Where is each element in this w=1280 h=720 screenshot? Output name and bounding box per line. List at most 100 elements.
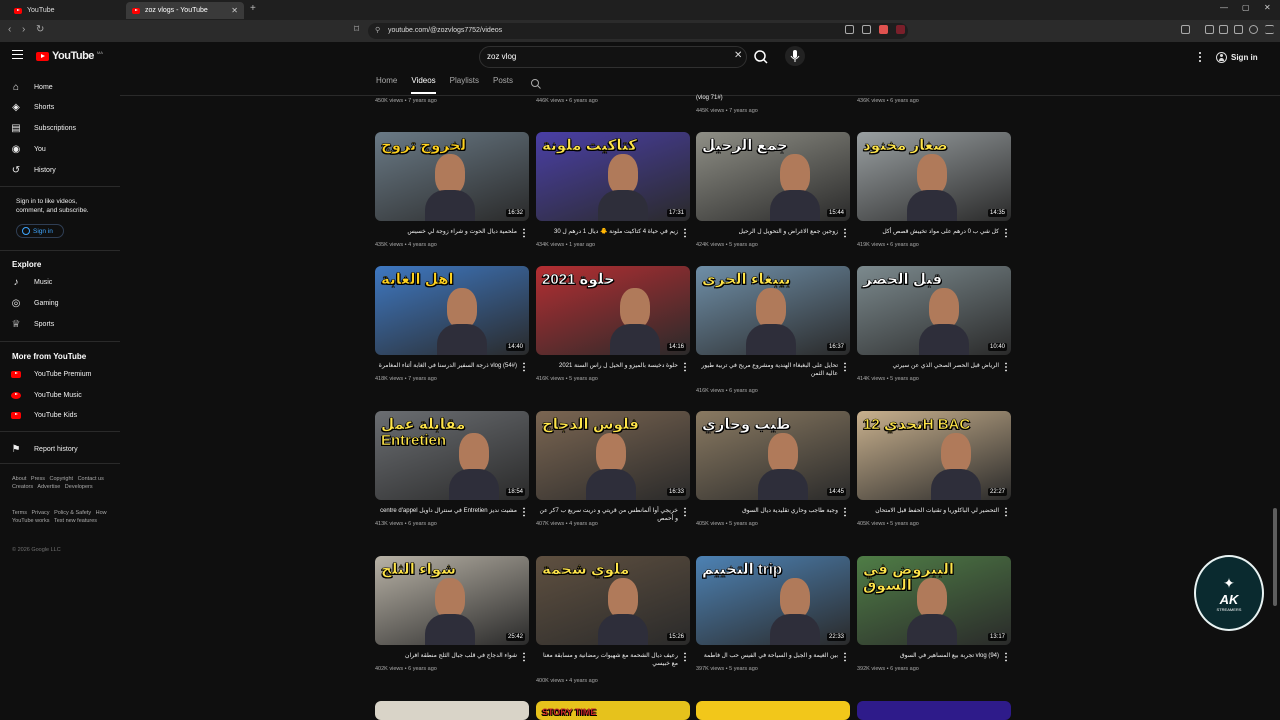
video-more-icon[interactable] — [843, 228, 847, 238]
video-meta: 435K views • 4 years ago — [375, 242, 437, 248]
thumbnail-overlay-text: ملوي شحمة — [542, 561, 630, 578]
video-meta: 418K views • 7 years ago — [375, 376, 437, 382]
watermark-subtitle: STREAMERS — [1216, 606, 1242, 612]
video-title[interactable]: بين الغيمة و الجبل و السياحة في الفيس حب… — [696, 652, 838, 660]
video-thumbnail[interactable]: مقابلة عمل Entretien 18:54 — [375, 411, 529, 500]
video-duration: 14:40 — [505, 343, 525, 351]
video-meta: 407K views • 4 years ago — [536, 521, 598, 527]
thumbnail-person — [756, 288, 786, 328]
thumbnail-overlay-text: STORY TIME — [542, 707, 597, 717]
page-scrollbar[interactable] — [1273, 508, 1277, 606]
video-title[interactable]: vlog (54#) ذرجة السفير الدرسنا في الغابة… — [375, 362, 517, 370]
video-title[interactable]: الرياض قبل الحصر الصحي الذي عن سيرتي — [857, 362, 999, 370]
video-more-icon[interactable] — [683, 652, 687, 662]
video-title[interactable]: ملحمية ديال الحوت و شراء زوجة لي خسيس — [375, 228, 517, 236]
video-meta: 402K views • 6 years ago — [375, 666, 437, 672]
video-thumbnail[interactable]: شواء الثلج 25:42 — [375, 556, 529, 645]
thumbnail-body — [919, 324, 969, 355]
video-thumbnail[interactable]: طيب وحاري 14:45 — [696, 411, 850, 500]
video-thumbnail[interactable]: فلوس الدجاج 16:33 — [536, 411, 690, 500]
video-duration: 13:17 — [987, 633, 1007, 641]
video-thumbnail[interactable]: التخييم trip 22:33 — [696, 556, 850, 645]
video-title[interactable]: زوجين جمع الاغراض و التحويل ل الرحيل — [696, 228, 838, 236]
video-title[interactable]: تحايل على البغبغاء الهندية ومشروع مريح ف… — [696, 362, 838, 378]
thumbnail-overlay-text: لخروج تروج — [381, 137, 467, 154]
video-title[interactable]: شواء الدجاج في قلب جبال الثلج منطقة افرا… — [375, 652, 517, 660]
streamer-watermark: ✦ AK STREAMERS — [1194, 555, 1264, 631]
video-more-icon[interactable] — [522, 228, 526, 238]
video-more-icon[interactable] — [683, 362, 687, 372]
video-more-icon[interactable] — [843, 507, 847, 517]
thumbnail-person — [780, 578, 810, 618]
video-title[interactable]: وجبة طاجب وحاري تقليدية ديال السوق — [696, 507, 838, 515]
video-thumbnail[interactable]: ملوي شحمة 15:26 — [536, 556, 690, 645]
video-title[interactable]: مشيت نديز Entretien في سنترال داويل cent… — [375, 507, 517, 515]
thumbnail-body — [610, 324, 660, 355]
video-more-icon[interactable] — [522, 362, 526, 372]
video-thumbnail[interactable]: الببروض في السوق 13:17 — [857, 556, 1011, 645]
thumbnail-overlay-text: تحدي 12H BAC — [863, 416, 971, 433]
video-thumbnail[interactable]: بيبغاء الحرى 16:37 — [696, 266, 850, 355]
video-meta: 400K views • 4 years ago — [536, 678, 598, 684]
video-more-icon[interactable] — [683, 228, 687, 238]
video-thumbnail[interactable]: لخروج تروج 16:32 — [375, 132, 529, 221]
thumbnail-person — [780, 154, 810, 194]
thumbnail-body — [425, 190, 475, 221]
video-thumbnail[interactable]: صغار مخنود 14:35 — [857, 132, 1011, 221]
video-more-icon[interactable] — [843, 362, 847, 372]
thumbnail-overlay-text: طيب وحاري — [702, 416, 791, 433]
video-meta: 419K views • 6 years ago — [857, 242, 919, 248]
video-thumbnail[interactable]: STORY TIME — [536, 701, 690, 720]
thumbnail-person — [435, 154, 465, 194]
thumbnail-body — [437, 324, 487, 355]
video-title[interactable]: كل شي ب 0 درهم على مواد تخييش قصص أكل — [857, 228, 999, 236]
video-more-icon[interactable] — [1004, 652, 1008, 662]
video-thumbnail[interactable]: حلوة 2021 14:16 — [536, 266, 690, 355]
video-duration: 15:26 — [666, 633, 686, 641]
video-more-icon[interactable] — [843, 652, 847, 662]
watermark-title: AK — [1219, 591, 1239, 607]
thumbnail-body — [598, 190, 648, 221]
video-duration: 15:44 — [826, 209, 846, 217]
thumbnail-overlay-text: فلوس الدجاج — [542, 416, 639, 433]
video-title[interactable]: حلوة دخيسة بالميزو و الحيل ل راس السنة 2… — [536, 362, 678, 370]
video-thumbnail[interactable]: اهل الغابة 14:40 — [375, 266, 529, 355]
thumbnail-person — [917, 154, 947, 194]
video-more-icon[interactable] — [522, 507, 526, 517]
video-meta: 392K views • 6 years ago — [857, 666, 919, 672]
video-more-icon[interactable] — [1004, 362, 1008, 372]
video-more-icon[interactable] — [1004, 507, 1008, 517]
video-thumbnail[interactable] — [696, 701, 850, 720]
video-thumbnail[interactable]: قبل الحصر 10:40 — [857, 266, 1011, 355]
thumbnail-person — [768, 433, 798, 473]
video-title[interactable]: زيم في حياة 4 كتاكيت ملونة 🐥 ديال 1 درهم… — [536, 228, 678, 236]
video-meta: 405K views • 5 years ago — [857, 521, 919, 527]
video-duration: 17:31 — [666, 209, 686, 217]
thumbnail-overlay-text: جمع الرحيل — [702, 137, 788, 154]
video-more-icon[interactable] — [522, 652, 526, 662]
video-duration: 22:27 — [987, 488, 1007, 496]
video-meta: 397K views • 5 years ago — [696, 666, 758, 672]
video-thumbnail[interactable]: كتاكيت ملونة 17:31 — [536, 132, 690, 221]
video-more-icon[interactable] — [1004, 228, 1008, 238]
video-title[interactable]: التحضير لي الباكلوريا و تقنيات الحفظ قبل… — [857, 507, 999, 515]
thumbnail-person — [608, 578, 638, 618]
thumbnail-body — [598, 614, 648, 645]
video-more-icon[interactable] — [683, 507, 687, 517]
video-duration: 16:32 — [505, 209, 525, 217]
video-thumbnail[interactable]: تحدي 12H BAC 22:27 — [857, 411, 1011, 500]
thumbnail-body — [770, 190, 820, 221]
thumbnail-body — [758, 469, 808, 500]
eagle-emblem-icon: ✦ — [1223, 574, 1235, 591]
video-title[interactable]: vlog (94) تجربة بيع المساهير في السوق — [857, 652, 999, 660]
video-thumbnail[interactable]: جمع الرحيل 15:44 — [696, 132, 850, 221]
video-meta: 424K views • 5 years ago — [696, 242, 758, 248]
thumbnail-overlay-text: بيبغاء الحرى — [702, 271, 791, 288]
video-thumbnail[interactable] — [375, 701, 529, 720]
thumbnail-person — [447, 288, 477, 328]
thumbnail-body — [907, 190, 957, 221]
video-duration: 16:33 — [666, 488, 686, 496]
thumbnail-overlay-text: كتاكيت ملونة — [542, 137, 637, 154]
video-thumbnail[interactable] — [857, 701, 1011, 720]
video-title[interactable]: رعيف ديال الشحمة مع شهيوات رمضانية و مسا… — [536, 652, 678, 668]
